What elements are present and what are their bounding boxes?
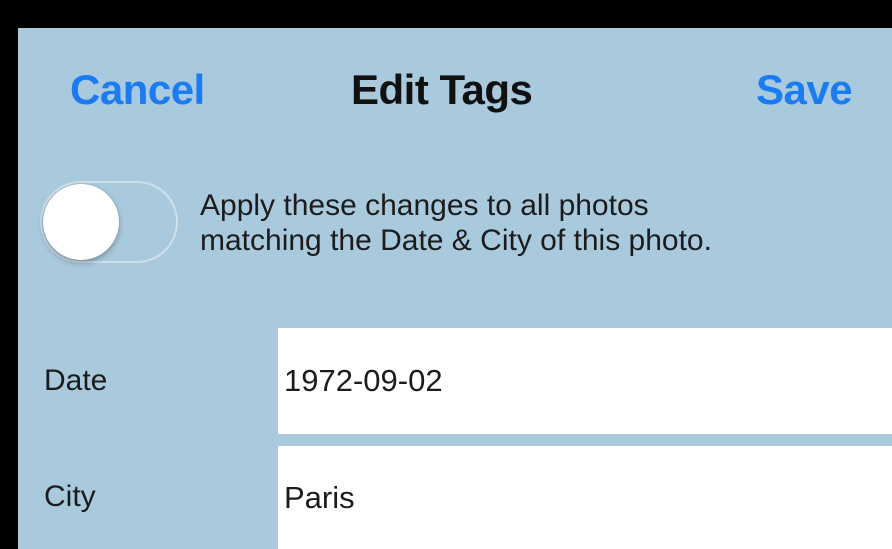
date-field[interactable] bbox=[278, 328, 892, 434]
city-field[interactable] bbox=[278, 446, 892, 549]
apply-to-all-description: Apply these changes to all photos matchi… bbox=[200, 188, 890, 258]
edit-tags-screen: Cancel Edit Tags Save Apply these change… bbox=[18, 28, 892, 549]
apply-to-all-toggle[interactable] bbox=[40, 181, 178, 263]
save-button[interactable]: Save bbox=[756, 66, 853, 114]
apply-description-line-2: matching the Date & City of this photo. bbox=[200, 224, 712, 257]
city-label: City bbox=[44, 480, 96, 513]
apply-description-line-1: Apply these changes to all photos bbox=[200, 189, 649, 222]
date-label: Date bbox=[44, 364, 108, 397]
toggle-knob bbox=[43, 184, 119, 260]
navigation-bar: Cancel Edit Tags Save bbox=[18, 28, 892, 156]
cancel-button[interactable]: Cancel bbox=[70, 66, 205, 114]
page-title: Edit Tags bbox=[351, 66, 533, 113]
